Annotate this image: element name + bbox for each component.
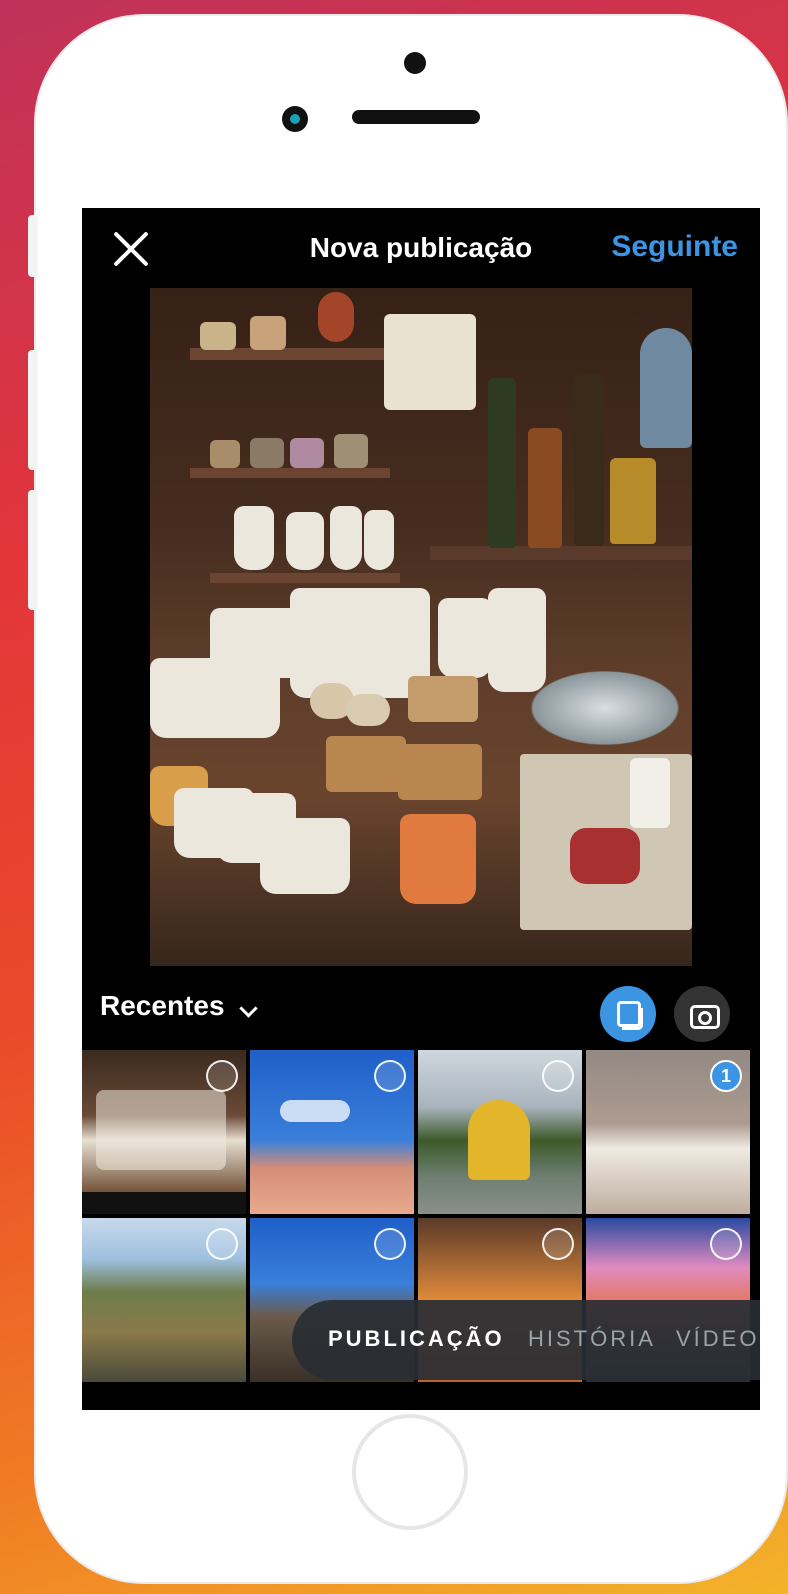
gallery-header: Recentes bbox=[82, 966, 760, 1056]
select-circle[interactable] bbox=[542, 1228, 574, 1260]
front-camera bbox=[282, 106, 308, 132]
gallery-thumb[interactable] bbox=[250, 1050, 414, 1214]
multi-select-icon[interactable] bbox=[600, 986, 656, 1042]
select-circle[interactable] bbox=[206, 1228, 238, 1260]
tab-historia[interactable]: HISTÓRIA bbox=[528, 1326, 656, 1352]
sensor-dot bbox=[404, 52, 426, 74]
selected-photo-preview[interactable] bbox=[150, 288, 692, 966]
select-circle[interactable] bbox=[206, 1060, 238, 1092]
mute-switch bbox=[28, 215, 38, 277]
volume-down-button bbox=[28, 490, 38, 610]
mode-switcher: PUBLICAÇÃO HISTÓRIA VÍDEO bbox=[292, 1300, 760, 1380]
gallery-thumb[interactable] bbox=[418, 1050, 582, 1214]
gallery-thumb[interactable] bbox=[82, 1050, 246, 1214]
tab-video[interactable]: VÍDEO bbox=[676, 1326, 759, 1352]
select-circle[interactable] bbox=[374, 1060, 406, 1092]
tab-publicacao[interactable]: PUBLICAÇÃO bbox=[328, 1326, 505, 1352]
selected-number-badge[interactable]: 1 bbox=[710, 1060, 742, 1092]
album-selector[interactable]: Recentes bbox=[100, 990, 225, 1022]
select-circle[interactable] bbox=[374, 1228, 406, 1260]
select-circle[interactable] bbox=[710, 1228, 742, 1260]
next-button[interactable]: Seguinte bbox=[611, 230, 738, 264]
home-button[interactable] bbox=[352, 1414, 468, 1530]
chevron-down-icon[interactable] bbox=[239, 999, 258, 1018]
volume-up-button bbox=[28, 350, 38, 470]
top-bar: Nova publicação Seguinte bbox=[82, 208, 760, 288]
camera-icon[interactable] bbox=[674, 986, 730, 1042]
gallery-thumb[interactable]: 1 bbox=[586, 1050, 750, 1214]
gallery-thumb[interactable] bbox=[82, 1218, 246, 1382]
select-circle[interactable] bbox=[542, 1060, 574, 1092]
new-post-screen: Nova publicação Seguinte Recentes 1 PUBL… bbox=[82, 208, 760, 1410]
earpiece-speaker bbox=[352, 110, 480, 124]
